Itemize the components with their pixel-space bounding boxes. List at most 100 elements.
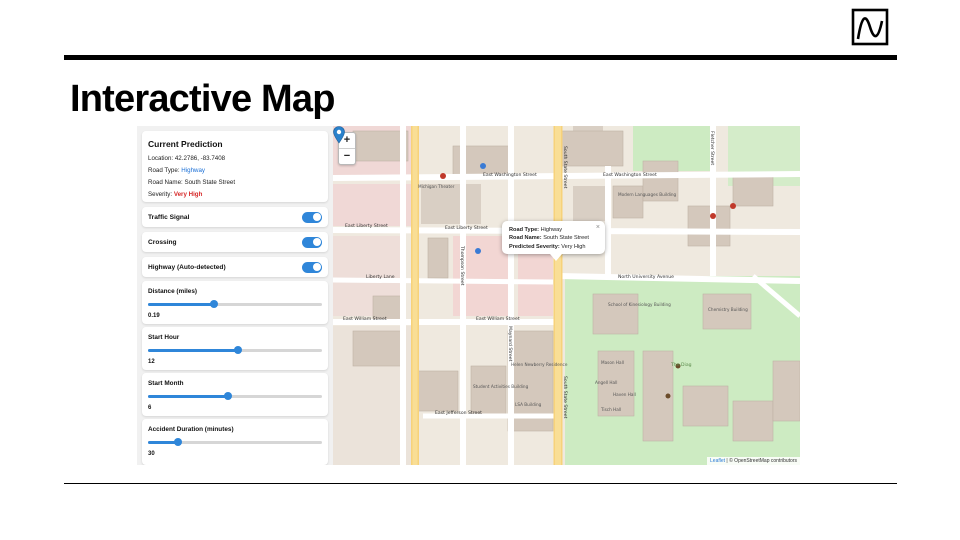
street-label: Thompson Street xyxy=(459,245,465,286)
building xyxy=(732,175,774,207)
slider-card-duration: Accident Duration (minutes) 30 xyxy=(142,419,328,465)
building-label: Angell Hall xyxy=(595,380,617,385)
street-label: Liberty Lane xyxy=(366,274,395,280)
location-value: 42.2786, -83.7408 xyxy=(174,155,226,162)
building-label: Michigan Theater xyxy=(418,184,455,189)
building xyxy=(682,385,729,427)
poi-icon xyxy=(440,173,446,179)
app-screenshot: Current Prediction Location: 42.2786, -8… xyxy=(137,126,800,465)
map-canvas[interactable]: East Washington Street East Washington S… xyxy=(333,126,800,465)
road-name-value: South State Street xyxy=(184,179,236,186)
toggle-label: Crossing xyxy=(148,238,177,246)
location-marker-icon[interactable] xyxy=(333,126,345,144)
popup-road-type: Road Type: Highway xyxy=(509,227,563,233)
toggle-label: Traffic Signal xyxy=(148,213,190,221)
location-line: Location: 42.2786, -83.7408 xyxy=(148,155,226,162)
popup-severity: Predicted Severity: Very High xyxy=(509,243,586,250)
slide-title: Interactive Map xyxy=(70,78,335,120)
toggle-card-highway: Highway (Auto-detected) xyxy=(142,257,328,277)
slider-label: Start Month xyxy=(148,380,184,387)
popup-tip xyxy=(550,254,562,261)
building-label: Mason Hall xyxy=(601,360,624,365)
slider-thumb[interactable] xyxy=(234,346,243,354)
street-label: East Jefferson Street xyxy=(435,410,482,416)
slider-value: 6 xyxy=(148,405,152,411)
slider-value: 12 xyxy=(148,359,155,365)
map-view[interactable]: East Washington Street East Washington S… xyxy=(333,126,800,465)
slider-thumb[interactable] xyxy=(210,300,219,308)
crossing-switch[interactable] xyxy=(302,236,322,248)
building xyxy=(687,205,731,247)
slider-card-start-month: Start Month 6 xyxy=(142,373,328,416)
building-label: The Diag xyxy=(670,362,692,368)
slider-thumb[interactable] xyxy=(173,438,182,446)
severity-value: Very High xyxy=(173,191,203,198)
poi-icon xyxy=(710,213,716,219)
street-label: East Washington Street xyxy=(483,172,537,178)
slider-label: Start Hour xyxy=(148,334,180,341)
street-label: South State Street xyxy=(562,146,568,189)
traffic-signal-switch[interactable] xyxy=(302,211,322,223)
street-label: South State Street xyxy=(562,376,568,419)
slider-label: Accident Duration (minutes) xyxy=(148,426,234,433)
waveform-logo-icon xyxy=(851,8,889,46)
popup-close-icon[interactable]: × xyxy=(596,224,600,231)
building xyxy=(417,370,459,412)
toggle-card-crossing: Crossing xyxy=(142,232,328,252)
start-month-slider[interactable] xyxy=(148,392,322,400)
osm-attribution[interactable]: | © OpenStreetMap contributors xyxy=(726,458,797,464)
control-sidebar: Current Prediction Location: 42.2786, -8… xyxy=(137,126,333,465)
slider-value: 30 xyxy=(148,451,155,457)
poi-icon xyxy=(730,203,736,209)
street-label: East Liberty Street xyxy=(345,223,388,229)
bottom-divider xyxy=(64,483,897,484)
building xyxy=(352,330,404,367)
street-label: North University Avenue xyxy=(618,274,674,280)
top-divider xyxy=(64,55,897,60)
parking-icon xyxy=(480,163,486,169)
zoom-out-button[interactable]: − xyxy=(339,148,355,164)
leaflet-link[interactable]: Leaflet xyxy=(710,458,725,464)
map-block xyxy=(573,186,608,221)
slider-card-start-hour: Start Hour 12 xyxy=(142,327,328,370)
street-label: East Liberty Street xyxy=(445,225,488,231)
slider-card-distance: Distance (miles) 0.19 xyxy=(142,281,328,324)
liberty-lane[interactable] xyxy=(333,277,554,285)
building xyxy=(732,400,774,442)
highway-switch[interactable] xyxy=(302,261,322,273)
building-label: School of Kinesiology Building xyxy=(608,302,671,307)
building-label: LSA Building xyxy=(515,402,542,407)
building xyxy=(772,360,800,422)
building xyxy=(352,130,409,162)
building xyxy=(470,365,507,417)
distance-slider[interactable] xyxy=(148,300,322,308)
slider-label: Distance (miles) xyxy=(148,288,198,295)
slider-value: 0.19 xyxy=(148,313,160,319)
street-label: East Washington Street xyxy=(603,172,657,178)
prediction-card: Current Prediction Location: 42.2786, -8… xyxy=(142,131,328,202)
street-label: East William Street xyxy=(476,316,520,322)
slider-thumb[interactable] xyxy=(224,392,233,400)
poi-icon xyxy=(665,393,671,399)
map-popup: × Road Type: Highway Road Name: South St… xyxy=(502,221,605,254)
start-hour-slider[interactable] xyxy=(148,346,322,354)
map-block xyxy=(421,184,481,224)
road-name-line: Road Name: South State Street xyxy=(148,179,236,186)
street-label: Fletcher Street xyxy=(709,131,715,165)
building-label: Chemistry Building xyxy=(708,307,748,312)
building-label: Helen Newberry Residence xyxy=(511,362,568,367)
road-type-value: Highway xyxy=(181,167,206,174)
popup-road-name: Road Name: South State Street xyxy=(509,235,589,242)
duration-slider[interactable] xyxy=(148,438,322,446)
severity-line: Severity: Very High xyxy=(148,191,203,198)
building xyxy=(612,185,644,219)
road-type-line: Road Type: Highway xyxy=(148,167,206,174)
building-label: Haven Hall xyxy=(613,392,636,397)
building xyxy=(592,293,639,335)
prediction-title: Current Prediction xyxy=(148,139,223,149)
building-label: Tisch Hall xyxy=(600,407,621,412)
building xyxy=(427,237,449,279)
map-attribution: Leaflet | © OpenStreetMap contributors xyxy=(707,457,800,465)
building-label: Modern Languages Building xyxy=(618,192,677,197)
building-label: Student Activities Building xyxy=(473,384,529,389)
